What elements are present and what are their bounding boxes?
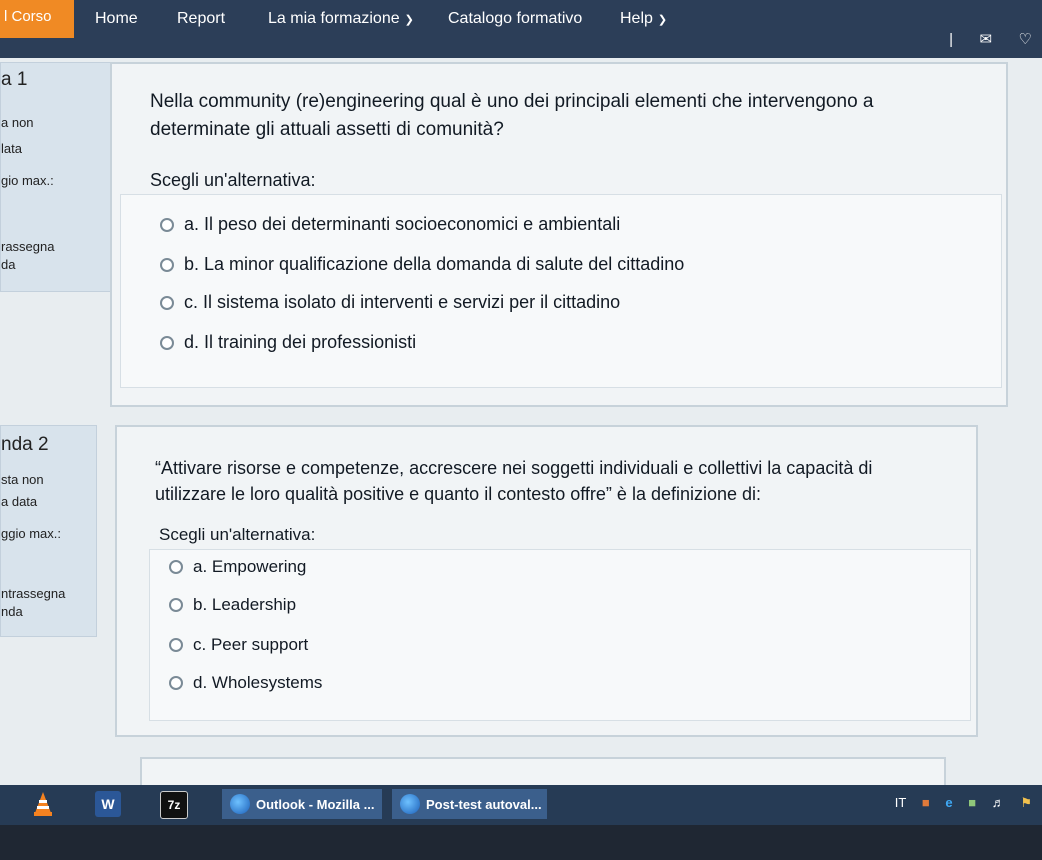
nav-home-label: Home	[95, 10, 138, 27]
option-label: d. Wholesystems	[193, 673, 323, 692]
radio-button[interactable]	[160, 335, 174, 350]
option-q2-b[interactable]: b. Leadership	[169, 595, 296, 615]
option-q1-b[interactable]: b. La minor qualificazione della domanda…	[160, 254, 684, 275]
divider-icon: |	[949, 31, 954, 48]
question-1-text-line-2: determinate gli attuali assetti di comun…	[150, 119, 504, 140]
chevron-down-icon: ❯	[657, 14, 668, 26]
question-2-prompt: Scegli un'alternativa:	[159, 525, 316, 544]
question-number: nda 2	[1, 434, 49, 455]
vlc-icon[interactable]	[30, 791, 56, 817]
chevron-down-icon: ❯	[404, 14, 414, 26]
nav-formazione-label: La mia formazione	[268, 10, 400, 27]
question-2-text-line-2: utilizzare le loro qualità positive e qu…	[155, 484, 762, 504]
question-1-prompt: Scegli un'alternativa:	[150, 170, 316, 190]
question-status: sta non	[1, 472, 44, 487]
option-q2-a[interactable]: a. Empowering	[169, 557, 306, 577]
firefox-icon	[230, 794, 250, 814]
system-tray: IT ■ e ■ ♬ ⚑	[883, 795, 1032, 811]
nav-catalogo-formativo[interactable]: Catalogo formativo	[448, 10, 582, 28]
option-q1-d[interactable]: d. Il training dei professionisti	[160, 332, 416, 353]
screen-bezel	[0, 825, 1042, 860]
nav-report-label: Report	[177, 10, 226, 27]
taskbar-post-test[interactable]: Post-test autoval...	[392, 789, 547, 819]
nav-report[interactable]: Report	[177, 10, 225, 28]
firefox-icon	[400, 794, 420, 814]
nav-help[interactable]: Help ❯	[620, 10, 667, 28]
radio-button[interactable]	[169, 676, 183, 690]
tray-app-icon[interactable]: ■	[922, 795, 930, 810]
option-q1-c[interactable]: c. Il sistema isolato di interventi e se…	[160, 292, 620, 313]
taskbar-outlook-mozilla[interactable]: Outlook - Mozilla ...	[222, 789, 382, 819]
7zip-icon[interactable]: 7z	[160, 791, 188, 819]
network-icon[interactable]: ■	[968, 795, 976, 810]
nav-catalogo-label: Catalogo formativo	[448, 10, 583, 27]
question-max-score: gio max.:	[1, 173, 54, 188]
option-label: c. Il sistema isolato di interventi e se…	[184, 292, 621, 312]
question-2-text-line-1: “Attivare risorse e competenze, accresce…	[155, 458, 873, 478]
question-status-2: a data	[1, 494, 38, 509]
bell-icon[interactable]: ♡	[1019, 30, 1032, 48]
radio-button[interactable]	[169, 638, 183, 652]
question-2-card: “Attivare risorse e competenze, accresce…	[115, 425, 978, 737]
flag-question-link-2[interactable]: da	[1, 257, 15, 272]
radio-button[interactable]	[160, 257, 174, 272]
option-label: a. Il peso dei determinanti socioeconomi…	[184, 214, 621, 234]
flag-question-link-2[interactable]: nda	[1, 604, 23, 619]
option-q2-c[interactable]: c. Peer support	[169, 635, 308, 655]
question-1-card: Nella community (re)engineering qual è u…	[110, 62, 1008, 407]
option-label: d. Il training dei professionisti	[184, 332, 417, 352]
question-1-text-line-1: Nella community (re)engineering qual è u…	[150, 91, 874, 112]
option-label: b. Leadership	[193, 595, 297, 614]
question-2-info: nda 2 sta non a data ggio max.: ntrasseg…	[0, 425, 97, 637]
taskbar-button-label: Outlook - Mozilla ...	[256, 796, 375, 812]
nav-help-label: Help	[620, 10, 653, 27]
option-q2-d[interactable]: d. Wholesystems	[169, 673, 322, 693]
mail-icon[interactable]: ✉	[980, 30, 993, 48]
taskbar-button-label: Post-test autoval...	[426, 796, 542, 812]
radio-button[interactable]	[169, 598, 183, 612]
vlc-cone-icon	[34, 792, 52, 816]
action-center-icon[interactable]: ⚑	[1020, 795, 1032, 811]
nav-la-mia-formazione[interactable]: La mia formazione ❯	[268, 10, 414, 28]
option-q1-a[interactable]: a. Il peso dei determinanti socioeconomi…	[160, 214, 620, 235]
top-navbar: l Corso Home Report La mia formazione ❯ C…	[0, 0, 1042, 58]
option-label: b. La minor qualificazione della domanda…	[184, 254, 685, 274]
nav-icon-group: | ✉ ♡	[927, 30, 1032, 49]
word-icon[interactable]: W	[95, 791, 121, 817]
os-taskbar: W 7z Outlook - Mozilla ... Post-test aut…	[0, 785, 1042, 825]
option-label: c. Peer support	[193, 635, 309, 654]
question-1-info: a 1 a non lata gio max.: rassegna da	[0, 62, 112, 292]
volume-icon[interactable]: ♬	[992, 795, 1005, 810]
question-status: a non	[1, 115, 34, 130]
question-number: a 1	[1, 69, 28, 90]
option-label: a. Empowering	[193, 557, 307, 576]
question-max-score: ggio max.:	[1, 526, 61, 541]
radio-button[interactable]	[160, 217, 174, 232]
question-1-text: Nella community (re)engineering qual è u…	[150, 88, 990, 144]
course-brand-link[interactable]: l Corso	[0, 0, 74, 38]
flag-question-link[interactable]: ntrassegna	[1, 586, 65, 601]
question-2-text: “Attivare risorse e competenze, accresce…	[155, 455, 975, 507]
flag-question-link[interactable]: rassegna	[1, 239, 54, 254]
question-status-2: lata	[1, 141, 22, 156]
ie-icon[interactable]: e	[945, 795, 952, 810]
language-indicator[interactable]: IT	[895, 795, 907, 810]
radio-button[interactable]	[169, 560, 183, 574]
radio-button[interactable]	[160, 295, 174, 310]
nav-home[interactable]: Home	[95, 10, 138, 28]
